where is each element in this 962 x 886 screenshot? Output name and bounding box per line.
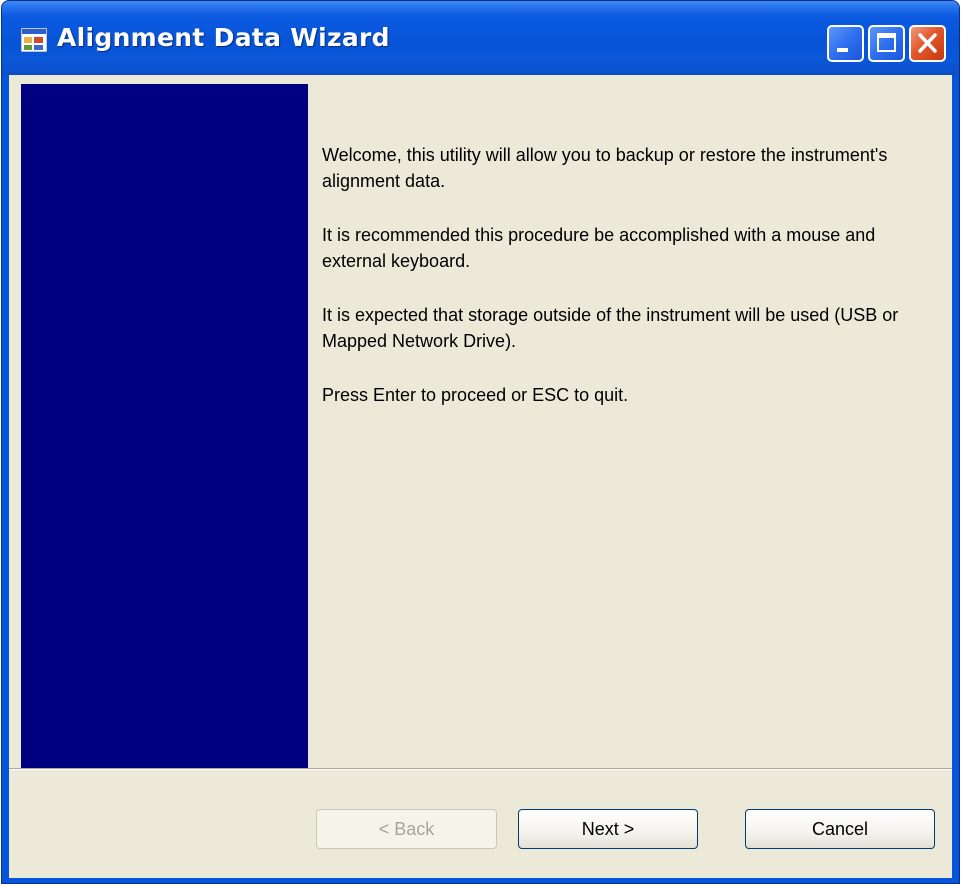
- title-bar[interactable]: Alignment Data Wizard: [2, 1, 959, 75]
- application-icon[interactable]: [20, 27, 48, 53]
- instruction-text: Press Enter to proceed or ESC to quit.: [322, 385, 629, 405]
- minimize-icon: [837, 48, 848, 52]
- window-title: Alignment Data Wizard: [57, 23, 390, 52]
- client-area: Welcome, this utility will allow you to …: [9, 75, 952, 878]
- minimize-button[interactable]: [827, 25, 864, 62]
- recommendation-text: It is recommended this procedure be acco…: [322, 225, 876, 271]
- wizard-window: Alignment Data Wizard Welcome, this util…: [1, 0, 960, 884]
- close-icon: [918, 33, 937, 53]
- welcome-text: Welcome, this utility will allow you to …: [322, 145, 888, 191]
- close-button[interactable]: [909, 25, 946, 62]
- button-separator: [9, 768, 952, 770]
- wizard-side-panel: [21, 84, 308, 768]
- wizard-content: Welcome, this utility will allow you to …: [322, 142, 932, 436]
- cancel-button[interactable]: Cancel: [745, 809, 935, 849]
- maximize-icon: [877, 33, 896, 52]
- back-button[interactable]: < Back: [316, 809, 497, 849]
- storage-text: It is expected that storage outside of t…: [322, 305, 899, 351]
- next-button[interactable]: Next >: [518, 809, 698, 849]
- maximize-button[interactable]: [868, 25, 905, 62]
